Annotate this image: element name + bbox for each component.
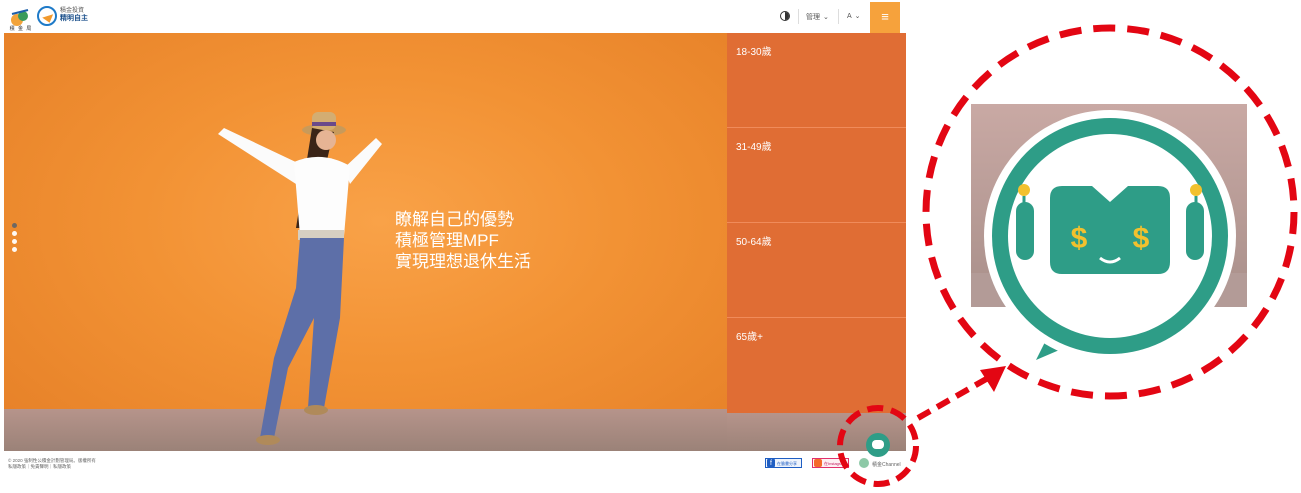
age-group-panel: 18-30歲 31-49歲 50-64歲 65歲+: [727, 33, 906, 413]
age-group-label: 65歲+: [736, 332, 763, 343]
hero-banner: 瞭解自己的優勢 積極管理MPF 實現理想退休生活: [4, 33, 727, 451]
age-group-label: 18-30歲: [736, 47, 772, 58]
admin-menu[interactable]: 管理 ⌄: [806, 12, 829, 22]
annotation-arrow-line: [916, 375, 990, 421]
arrow-head-icon: [980, 366, 1006, 392]
chat-label: 積金Channel: [872, 462, 901, 468]
hero-line: 瞭解自己的優勢: [395, 210, 514, 229]
hero-line: 積極管理MPF: [395, 231, 499, 250]
page-root: 積 金 局 積金投資 精明自主 管理 ⌄ A ⌄ ≡ 瞭解自己的優勢 積極管理M…: [0, 0, 1301, 493]
instagram-label: 在Instagram: [824, 461, 846, 466]
site-header: 積 金 局 積金投資 精明自主 管理 ⌄ A ⌄ ≡: [0, 0, 906, 33]
age-group-item[interactable]: 31-49歲: [727, 128, 906, 223]
chevron-down-icon: ⌄: [823, 14, 829, 21]
zoom-panel-floor: [971, 273, 1247, 307]
logo-title-small: 積金投資: [60, 8, 85, 14]
carousel-dot[interactable]: [12, 247, 17, 252]
age-group-item[interactable]: 50-64歲: [727, 223, 906, 318]
zoomed-chatbot-panel: [971, 104, 1247, 307]
header-divider: [798, 9, 799, 24]
carousel-dot[interactable]: [12, 239, 17, 244]
instagram-button[interactable]: 在Instagram: [812, 458, 849, 468]
hero-line: 實現理想退休生活: [395, 252, 531, 271]
font-size-label: A: [847, 13, 852, 20]
woman-figure-image: [218, 112, 382, 445]
chevron-down-icon: ⌄: [854, 13, 861, 20]
age-group-item[interactable]: 65歲+: [727, 318, 906, 413]
chat-avatar-icon: [859, 458, 869, 468]
logo-mark-label: 積 金 局: [9, 26, 33, 32]
logo-title[interactable]: 積金投資 精明自主: [60, 7, 88, 23]
footer-legal: © 2020 強制性公積金計劃管理局。版權所有 私隱政策｜免責聲明｜私隱政策: [8, 458, 96, 470]
logo-title-main: 精明自主: [60, 15, 88, 22]
header-divider: [838, 9, 839, 24]
chatbot-launcher-icon[interactable]: [866, 433, 890, 457]
admin-menu-label: 管理: [806, 14, 820, 21]
hamburger-menu-button[interactable]: ≡: [870, 2, 900, 33]
facebook-share-button[interactable]: 在臉書分享: [765, 458, 802, 468]
carousel-dot[interactable]: [12, 231, 17, 236]
hamburger-icon: ≡: [881, 9, 889, 24]
facebook-share-label: 在臉書分享: [777, 461, 797, 466]
age-group-label: 31-49歲: [736, 142, 772, 153]
hero-headline: 瞭解自己的優勢 積極管理MPF 實現理想退休生活: [395, 209, 531, 272]
contrast-toggle-icon[interactable]: [780, 11, 790, 21]
carousel-indicators: [12, 223, 17, 255]
font-size-menu[interactable]: A ⌄: [847, 12, 861, 20]
carousel-dot[interactable]: [12, 223, 17, 228]
age-group-label: 50-64歲: [736, 237, 772, 248]
investment-logo-icon[interactable]: [37, 6, 57, 26]
footer-links[interactable]: 私隱政策｜免責聲明｜私隱政策: [8, 464, 96, 470]
age-group-item[interactable]: 18-30歲: [727, 33, 906, 128]
